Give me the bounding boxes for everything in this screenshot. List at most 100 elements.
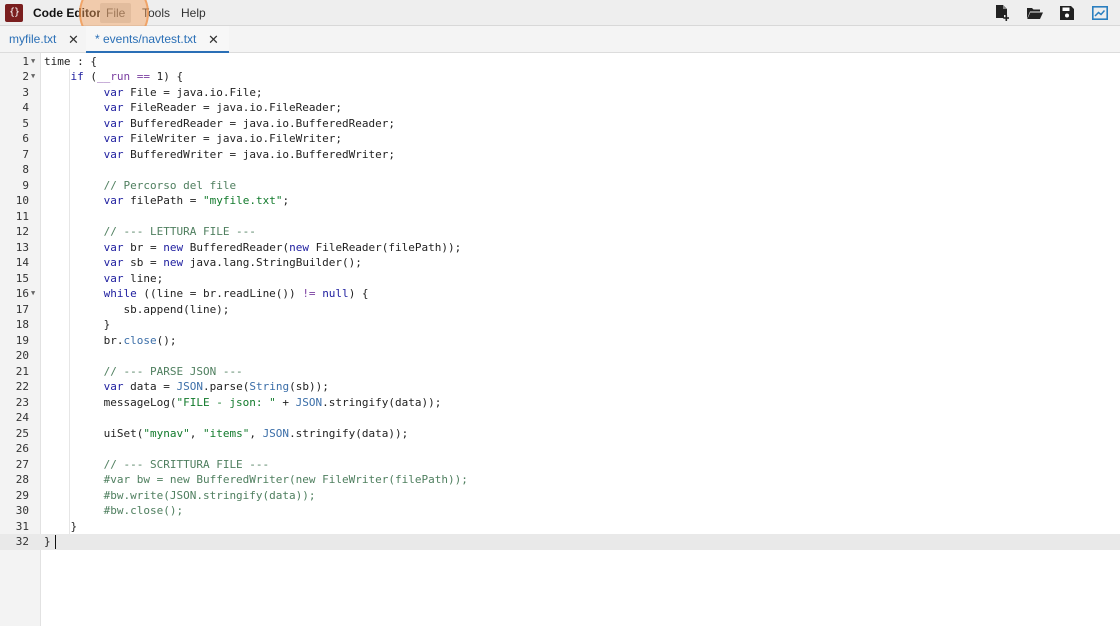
indent-guide [69,208,70,224]
code-line[interactable]: 22 var data = JSON.parse(String(sb)); [0,379,1120,395]
code-text: // --- LETTURA FILE --- [103,225,256,238]
code-line[interactable]: 18 } [0,317,1120,333]
line-number: 26 [15,442,29,455]
code-line[interactable]: 13 var br = new BufferedReader(new FileR… [0,239,1120,255]
code-line[interactable]: 15 var line; [0,270,1120,286]
menu-help[interactable]: Help [175,3,212,23]
code-line[interactable]: 27 // --- SCRITTURA FILE --- [0,456,1120,472]
line-number: 8 [22,163,29,176]
code-line[interactable]: 6 var FileWriter = java.io.FileWriter; [0,131,1120,147]
new-file-button[interactable] [993,4,1011,22]
code-line[interactable]: 24 [0,410,1120,426]
line-number: 22 [15,380,29,393]
line-number: 16 [15,287,29,300]
code-text: // Percorso del file [103,178,237,192]
code-line[interactable]: 25 uiSet("mynav", "items", JSON.stringif… [0,425,1120,441]
save-icon [1060,6,1074,20]
code-text: var FileReader = java.io.FileReader; [103,101,343,114]
code-line[interactable]: 31 } [0,518,1120,534]
line-number: 11 [15,209,29,223]
line-number: 10 [15,194,29,207]
line-number: 13 [15,240,29,254]
tab-label: * events/navtest.txt [95,32,197,46]
code-line[interactable]: 11 [0,208,1120,224]
code-line[interactable]: 3 var File = java.io.File; [0,84,1120,100]
code-line[interactable]: 23 messageLog("FILE - json: " + JSON.str… [0,394,1120,410]
line-number: 28 [15,473,29,486]
fold-arrow-icon[interactable]: ▼ [31,54,35,70]
indent-guide [69,441,70,457]
code-text: var line; [103,271,164,285]
preview-icon [1092,6,1108,20]
code-line[interactable]: 20 [0,348,1120,364]
code-text: messageLog("FILE - json: " + JSON.string… [44,395,442,409]
code-line[interactable]: 26 [0,441,1120,457]
fold-arrow-icon[interactable]: ▼ [31,69,35,85]
tab-navtest[interactable]: * events/navtest.txt ✕ [86,26,229,53]
code-line[interactable]: 2 ▼ if (__run == 1) { [0,69,1120,85]
code-text: } [44,318,111,331]
line-number: 21 [15,364,29,378]
close-icon[interactable]: ✕ [208,26,219,53]
code-line[interactable]: 4 var FileReader = java.io.FileReader; [0,100,1120,116]
tab-label: myfile.txt [9,32,57,46]
indent-guide [69,410,70,426]
code-line[interactable]: 17 sb.append(line); [0,301,1120,317]
code-line[interactable]: 12 // --- LETTURA FILE --- [0,224,1120,240]
code-line[interactable]: 19 br.close(); [0,332,1120,348]
menu-file[interactable]: File [100,3,132,23]
code-text: var FileWriter = java.io.FileWriter; [103,132,343,145]
code-text: #var bw = new BufferedWriter(new FileWri… [103,473,468,486]
menu-tools[interactable]: Tools [136,3,176,23]
code-text: if (__run == 1) { [70,70,184,83]
line-number: 1 [22,54,29,68]
text-cursor [54,535,57,549]
code-line[interactable]: 8 [0,162,1120,178]
code-text: } [44,519,78,533]
line-number: 12 [15,225,29,238]
code-text: // --- SCRITTURA FILE --- [103,457,270,471]
close-icon[interactable]: ✕ [68,26,79,53]
code-text: sb.append(line); [44,302,230,316]
code-line[interactable]: 5 var BufferedReader = java.io.BufferedR… [0,115,1120,131]
code-editor[interactable]: 1 ▼ time : {2 ▼ if (__run == 1) {3 var File… [0,53,1120,626]
code-line[interactable]: 29 #bw.write(JSON.stringify(data)); [0,487,1120,503]
code-line[interactable]: 30 #bw.close(); [0,503,1120,519]
code-text: while ((line = br.readLine()) != null) { [103,287,369,300]
save-button[interactable] [1058,4,1076,22]
code-line[interactable]: 7 var BufferedWriter = java.io.BufferedW… [0,146,1120,162]
code-line[interactable]: 21 // --- PARSE JSON --- [0,363,1120,379]
code-line[interactable]: 28 #var bw = new BufferedWriter(new File… [0,472,1120,488]
indent-guide [69,162,70,178]
preview-button[interactable] [1091,4,1109,22]
code-line[interactable]: 9 // Percorso del file [0,177,1120,193]
code-text: var sb = new java.lang.StringBuilder(); [103,256,362,269]
line-number: 32 [15,535,29,548]
line-number: 6 [22,132,29,145]
code-text: var File = java.io.File; [103,85,263,99]
tab-myfile[interactable]: myfile.txt ✕ [0,26,86,53]
code-line[interactable]: 32} [0,534,1120,550]
code-line[interactable]: 1 ▼ time : { [0,54,1120,70]
code-text: #bw.write(JSON.stringify(data)); [103,488,316,502]
line-number: 25 [15,426,29,440]
code-line[interactable]: 10 var filePath = "myfile.txt"; [0,193,1120,209]
code-text: uiSet("mynav", "items", JSON.stringify(d… [44,426,409,440]
tab-bar: myfile.txt ✕ * events/navtest.txt ✕ [0,26,1120,53]
open-folder-button[interactable] [1026,4,1044,22]
line-number: 5 [22,116,29,130]
code-text: time : { [44,54,97,68]
line-number: 31 [15,519,29,533]
line-number: 9 [22,178,29,192]
fold-arrow-icon[interactable]: ▼ [31,286,35,302]
line-number: 14 [15,256,29,269]
code-text: #bw.close(); [103,504,184,517]
code-line[interactable]: 16 ▼ while ((line = br.readLine()) != nul… [0,286,1120,302]
code-text: var BufferedWriter = java.io.BufferedWri… [103,147,396,161]
code-line[interactable]: 14 var sb = new java.lang.StringBuilder(… [0,255,1120,271]
line-number: 24 [15,411,29,424]
new-file-icon [996,5,1009,21]
line-number: 4 [22,101,29,114]
code-text: var data = JSON.parse(String(sb)); [103,380,329,393]
line-number: 20 [15,349,29,362]
